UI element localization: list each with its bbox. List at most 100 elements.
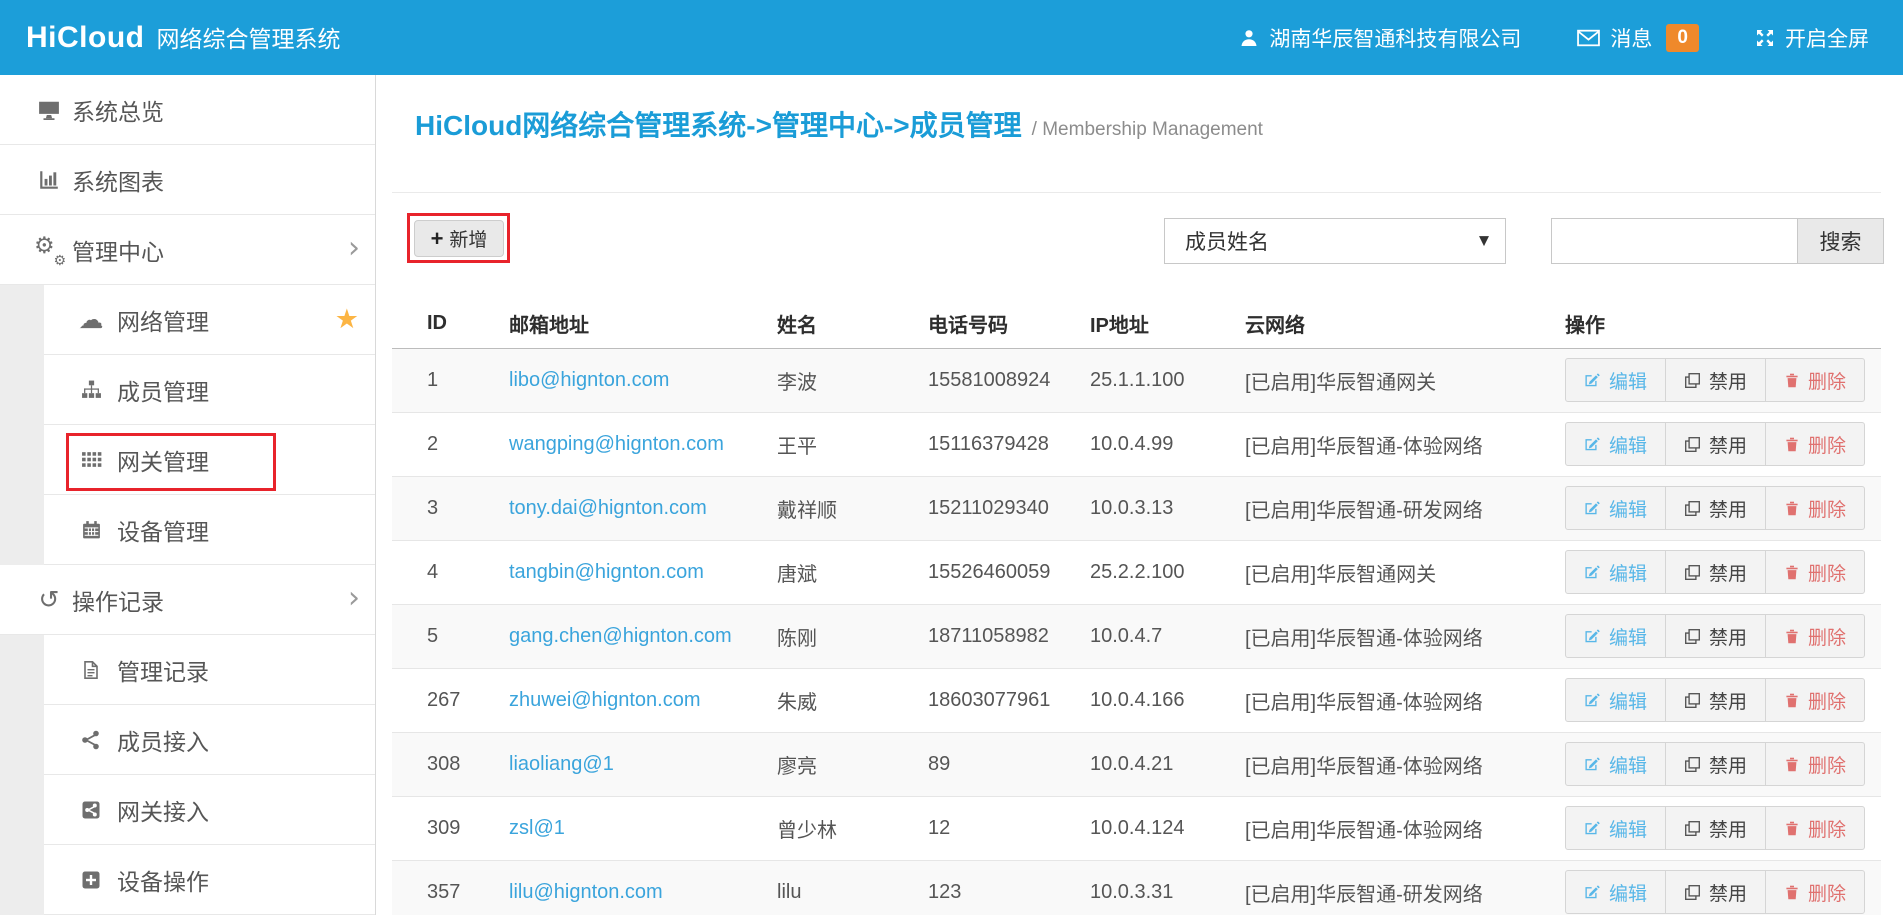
cell-name: 陈刚 bbox=[742, 604, 893, 668]
filter-dropdown[interactable]: 成员姓名 ▼ bbox=[1164, 218, 1506, 264]
delete-button[interactable]: 删除 bbox=[1765, 422, 1865, 466]
cell-id: 2 bbox=[392, 412, 474, 476]
search-button[interactable]: 搜索 bbox=[1797, 218, 1884, 264]
disable-button[interactable]: 禁用 bbox=[1665, 422, 1766, 466]
email-link[interactable]: liaoliang@1 bbox=[509, 753, 614, 775]
brand: HiCloud 网络综合管理系统 bbox=[26, 20, 340, 55]
delete-button[interactable]: 删除 bbox=[1765, 486, 1865, 530]
edit-button[interactable]: 编辑 bbox=[1565, 678, 1666, 722]
cell-email: gang.chen@hignton.com bbox=[474, 604, 742, 668]
delete-button[interactable]: 删除 bbox=[1765, 678, 1865, 722]
delete-button[interactable]: 删除 bbox=[1765, 614, 1865, 658]
cell-ip: 25.2.2.100 bbox=[1055, 540, 1210, 604]
cell-id: 308 bbox=[392, 732, 474, 796]
table-row: 2 wangping@hignton.com 王平 15116379428 10… bbox=[392, 412, 1881, 476]
edit-button[interactable]: 编辑 bbox=[1565, 550, 1666, 594]
clone-icon bbox=[1684, 564, 1701, 581]
email-link[interactable]: tangbin@hignton.com bbox=[509, 561, 704, 583]
edit-button[interactable]: 编辑 bbox=[1565, 742, 1666, 786]
sidebar-item-network-management[interactable]: ☁ 网络管理 ★ bbox=[44, 285, 375, 355]
edit-button[interactable]: 编辑 bbox=[1565, 870, 1666, 914]
disable-label: 禁用 bbox=[1709, 815, 1747, 842]
sidebar-item-member-management[interactable]: 成员管理 bbox=[44, 355, 375, 425]
disable-button[interactable]: 禁用 bbox=[1665, 806, 1766, 850]
edit-button[interactable]: 编辑 bbox=[1565, 614, 1666, 658]
fullscreen-button[interactable]: 开启全屏 bbox=[1755, 23, 1869, 53]
history-icon: ↺ bbox=[36, 587, 62, 612]
cell-phone: 89 bbox=[893, 732, 1055, 796]
sidebar-item-gateway-management[interactable]: 网关管理 bbox=[44, 425, 375, 495]
trash-icon bbox=[1784, 820, 1800, 837]
delete-button[interactable]: 删除 bbox=[1765, 358, 1865, 402]
cell-actions: 编辑 禁用 删除 bbox=[1530, 860, 1881, 915]
cell-actions: 编辑 禁用 删除 bbox=[1530, 604, 1881, 668]
clone-icon bbox=[1684, 692, 1701, 709]
delete-button[interactable]: 删除 bbox=[1765, 806, 1865, 850]
sidebar-item-device-management[interactable]: 设备管理 bbox=[44, 495, 375, 565]
col-header-name: 姓名 bbox=[742, 300, 893, 348]
email-link[interactable]: tony.dai@hignton.com bbox=[509, 497, 707, 519]
filter-dropdown-value: 成员姓名 bbox=[1185, 226, 1269, 256]
delete-button[interactable]: 删除 bbox=[1765, 870, 1865, 914]
add-button[interactable]: + 新增 bbox=[414, 220, 504, 257]
sidebar-item-operation-records[interactable]: ↺ 操作记录 › bbox=[0, 565, 375, 635]
email-link[interactable]: zhuwei@hignton.com bbox=[509, 689, 701, 711]
sidebar-item-device-operations[interactable]: 设备操作 bbox=[44, 845, 375, 915]
sidebar-item-member-access[interactable]: 成员接入 bbox=[44, 705, 375, 775]
disable-button[interactable]: 禁用 bbox=[1665, 486, 1766, 530]
edit-button[interactable]: 编辑 bbox=[1565, 422, 1666, 466]
cell-email: tony.dai@hignton.com bbox=[474, 476, 742, 540]
sidebar-item-label: 成员接入 bbox=[117, 723, 209, 757]
cell-actions: 编辑 禁用 删除 bbox=[1530, 476, 1881, 540]
disable-button[interactable]: 禁用 bbox=[1665, 678, 1766, 722]
sidebar-item-admin-records[interactable]: 管理记录 bbox=[44, 635, 375, 705]
cell-phone: 123 bbox=[893, 860, 1055, 915]
edit-icon bbox=[1584, 500, 1601, 517]
delete-label: 删除 bbox=[1808, 431, 1846, 458]
sidebar-item-system-charts[interactable]: 系统图表 bbox=[0, 145, 375, 215]
email-link[interactable]: lilu@hignton.com bbox=[509, 881, 663, 903]
email-link[interactable]: zsl@1 bbox=[509, 817, 565, 839]
edit-button[interactable]: 编辑 bbox=[1565, 806, 1666, 850]
row-action-group: 编辑 禁用 删除 bbox=[1565, 358, 1865, 402]
table-row: 4 tangbin@hignton.com 唐斌 15526460059 25.… bbox=[392, 540, 1881, 604]
cell-ip: 10.0.4.124 bbox=[1055, 796, 1210, 860]
table-row: 308 liaoliang@1 廖亮 89 10.0.4.21 [已启用]华辰智… bbox=[392, 732, 1881, 796]
row-action-group: 编辑 禁用 删除 bbox=[1565, 742, 1865, 786]
row-action-group: 编辑 禁用 删除 bbox=[1565, 678, 1865, 722]
row-action-group: 编辑 禁用 删除 bbox=[1565, 806, 1865, 850]
sidebar-item-label: 管理中心 bbox=[72, 233, 164, 267]
sidebar-item-gateway-access[interactable]: 网关接入 bbox=[44, 775, 375, 845]
edit-button[interactable]: 编辑 bbox=[1565, 486, 1666, 530]
messages-menu[interactable]: 消息 0 bbox=[1577, 23, 1699, 53]
sidebar-item-admin-center[interactable]: ⚙⚙ 管理中心 › bbox=[0, 215, 375, 285]
delete-button[interactable]: 删除 bbox=[1765, 742, 1865, 786]
cell-actions: 编辑 禁用 删除 bbox=[1530, 348, 1881, 412]
cell-phone: 15581008924 bbox=[893, 348, 1055, 412]
disable-button[interactable]: 禁用 bbox=[1665, 742, 1766, 786]
star-icon[interactable]: ★ bbox=[335, 303, 359, 334]
operation-records-submenu: 管理记录 成员接入 网关接入 设备操作 bbox=[0, 635, 375, 915]
page-subtitle: / Membership Management bbox=[1032, 119, 1263, 141]
disable-button[interactable]: 禁用 bbox=[1665, 550, 1766, 594]
cell-email: lilu@hignton.com bbox=[474, 860, 742, 915]
disable-button[interactable]: 禁用 bbox=[1665, 614, 1766, 658]
disable-button[interactable]: 禁用 bbox=[1665, 358, 1766, 402]
cell-name: 廖亮 bbox=[742, 732, 893, 796]
sidebar: 系统总览 系统图表 ⚙⚙ 管理中心 › ☁ 网络管理 ★ bbox=[0, 75, 376, 915]
disable-button[interactable]: 禁用 bbox=[1665, 870, 1766, 914]
share-icon bbox=[78, 730, 104, 750]
col-header-phone: 电话号码 bbox=[893, 300, 1055, 348]
company-menu[interactable]: 湖南华辰智通科技有限公司 bbox=[1239, 23, 1521, 53]
fullscreen-label: 开启全屏 bbox=[1785, 23, 1869, 53]
email-link[interactable]: wangping@hignton.com bbox=[509, 433, 724, 455]
sidebar-item-system-overview[interactable]: 系统总览 bbox=[0, 75, 375, 145]
cell-network: [已启用]华辰智通-研发网络 bbox=[1210, 476, 1530, 540]
delete-button[interactable]: 删除 bbox=[1765, 550, 1865, 594]
search-input[interactable] bbox=[1551, 218, 1797, 264]
top-navbar: HiCloud 网络综合管理系统 湖南华辰智通科技有限公司 消息 0 bbox=[0, 0, 1903, 75]
email-link[interactable]: gang.chen@hignton.com bbox=[509, 625, 732, 647]
email-link[interactable]: libo@hignton.com bbox=[509, 369, 669, 391]
edit-button[interactable]: 编辑 bbox=[1565, 358, 1666, 402]
cell-name: 曾少林 bbox=[742, 796, 893, 860]
